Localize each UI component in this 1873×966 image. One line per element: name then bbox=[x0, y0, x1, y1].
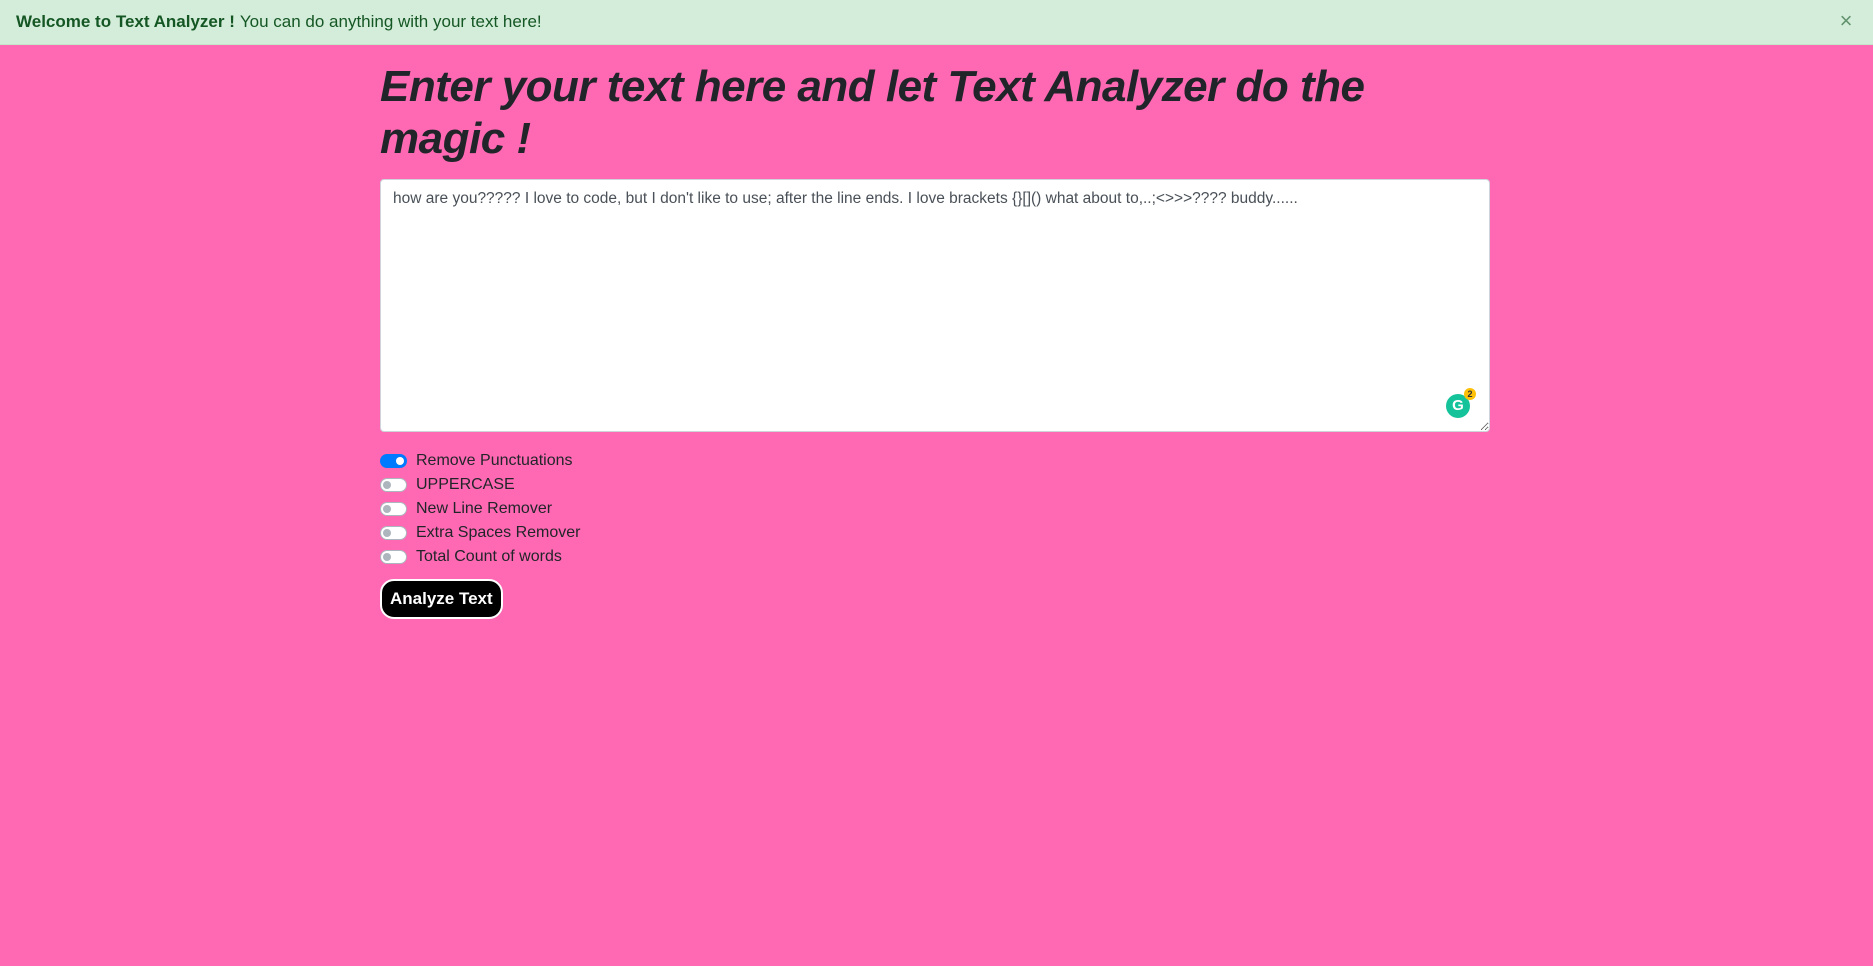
switch-extra-spaces-remover: Extra Spaces Remover bbox=[380, 521, 1490, 545]
switch-total-count-words: Total Count of words bbox=[380, 545, 1490, 569]
switch-uppercase: UPPERCASE bbox=[380, 473, 1490, 497]
welcome-alert: Welcome to Text Analyzer ! You can do an… bbox=[0, 0, 1873, 45]
analyze-text-button[interactable]: Analyze Text bbox=[380, 579, 503, 619]
grammarly-logo: G bbox=[1452, 397, 1464, 414]
alert-message: You can do anything with your text here! bbox=[239, 12, 542, 31]
switch-label: Extra Spaces Remover bbox=[416, 524, 581, 541]
toggle-knob bbox=[383, 505, 391, 513]
toggle-knob bbox=[383, 529, 391, 537]
alert-title: Welcome to Text Analyzer ! bbox=[16, 12, 235, 31]
toggle-knob bbox=[383, 553, 391, 561]
switch-new-line-remover: New Line Remover bbox=[380, 497, 1490, 521]
toggle-knob bbox=[383, 481, 391, 489]
toggle-knob bbox=[396, 457, 404, 465]
switch-remove-punctuations: Remove Punctuations bbox=[380, 449, 1490, 473]
page-title: Enter your text here and let Text Analyz… bbox=[380, 62, 1365, 163]
grammarly-icon[interactable]: G 2 bbox=[1446, 388, 1476, 418]
text-input[interactable] bbox=[380, 179, 1490, 432]
textarea-wrapper: G 2 bbox=[380, 179, 1490, 432]
option-switches: Remove Punctuations UPPERCASE New Line R… bbox=[380, 449, 1490, 569]
switch-label: Remove Punctuations bbox=[416, 452, 573, 469]
toggle-uppercase[interactable] bbox=[380, 478, 407, 492]
toggle-extra-spaces-remover[interactable] bbox=[380, 526, 407, 540]
main-container: Enter your text here and let Text Analyz… bbox=[380, 45, 1490, 619]
toggle-total-count-words[interactable] bbox=[380, 550, 407, 564]
switch-label: UPPERCASE bbox=[416, 476, 515, 493]
toggle-remove-punctuations[interactable] bbox=[380, 454, 407, 468]
grammarly-count-badge: 2 bbox=[1464, 388, 1476, 400]
switch-label: Total Count of words bbox=[416, 548, 562, 565]
toggle-new-line-remover[interactable] bbox=[380, 502, 407, 516]
close-icon[interactable]: × bbox=[1835, 10, 1857, 32]
switch-label: New Line Remover bbox=[416, 500, 553, 517]
